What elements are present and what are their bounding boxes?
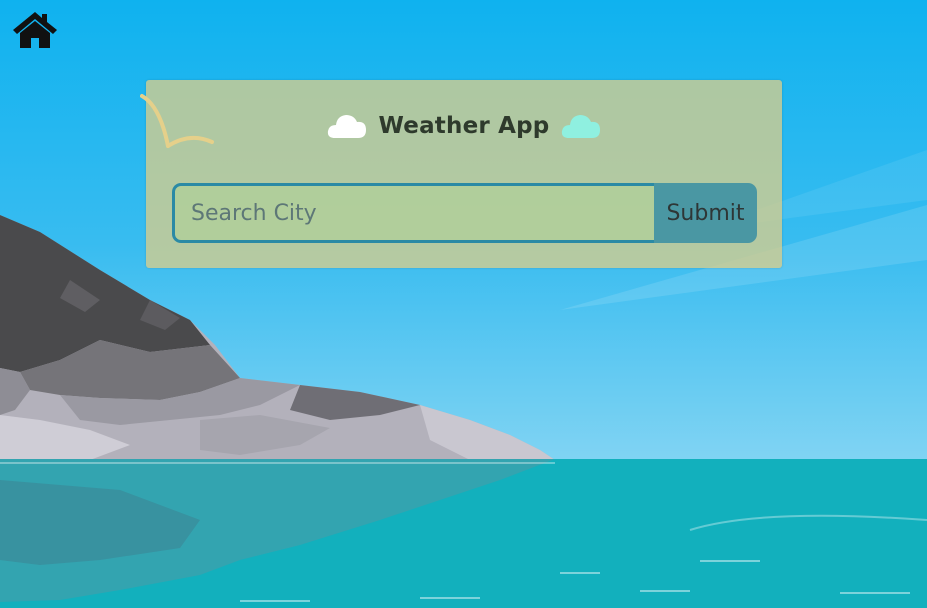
cloud-icon (562, 115, 601, 138)
weather-card: Weather App Submit (140, 80, 782, 268)
home-button[interactable] (12, 10, 58, 50)
home-icon (13, 12, 57, 48)
title-row: Weather App (146, 112, 782, 140)
app-title: Weather App (378, 113, 550, 139)
search-input[interactable] (172, 183, 654, 243)
cloud-icon (327, 115, 366, 138)
submit-button[interactable]: Submit (654, 183, 757, 243)
search-form: Submit (172, 183, 757, 243)
